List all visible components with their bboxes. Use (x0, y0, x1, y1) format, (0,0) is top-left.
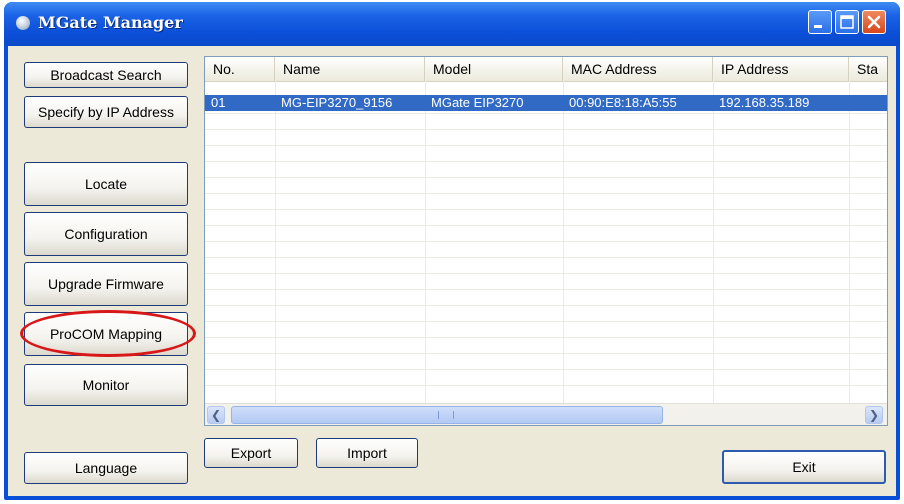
grid-line (205, 321, 887, 322)
scroll-right-button[interactable]: ❯ (865, 406, 883, 424)
column-status[interactable]: Sta (849, 57, 887, 81)
locate-button[interactable]: Locate (24, 162, 188, 206)
grid-line (205, 369, 887, 370)
minimize-button[interactable] (808, 10, 832, 34)
cell-mac-address: 00:90:E8:18:A5:55 (569, 95, 677, 110)
grid-line (205, 337, 887, 338)
table-row[interactable]: 01 MG-EIP3270_9156 MGate EIP3270 00:90:E… (205, 95, 887, 111)
device-list[interactable]: No. Name Model MAC Address IP Address St… (204, 56, 888, 426)
grid-line (205, 209, 887, 210)
grid-line (205, 129, 887, 130)
cell-no: 01 (211, 95, 226, 110)
title-bar[interactable]: MGate Manager (4, 2, 900, 46)
main-window: MGate Manager Broadcast Search Specify b… (4, 2, 900, 500)
horizontal-scrollbar[interactable]: ❮ ❯ (205, 403, 887, 425)
client-area: Broadcast Search Specify by IP Address L… (8, 46, 896, 496)
language-button[interactable]: Language (24, 452, 188, 484)
window-title: MGate Manager (38, 13, 183, 32)
minimize-icon (814, 25, 822, 28)
grid-line (205, 177, 887, 178)
grid-line (205, 305, 887, 306)
grid-line (205, 193, 887, 194)
specify-by-ip-button[interactable]: Specify by IP Address (24, 96, 188, 128)
grid-line (205, 145, 887, 146)
column-ip-address[interactable]: IP Address (713, 57, 849, 81)
import-button[interactable]: Import (316, 438, 418, 468)
grid-line (205, 385, 887, 386)
grid-line (205, 241, 887, 242)
maximize-icon (840, 15, 854, 29)
cell-ip-address: 192.168.35.189 (719, 95, 810, 110)
column-name[interactable]: Name (275, 57, 425, 81)
grid-line (205, 289, 887, 290)
grid-line (205, 113, 887, 114)
close-button[interactable] (862, 10, 886, 34)
scrollbar-grip (438, 411, 454, 419)
upgrade-firmware-button[interactable]: Upgrade Firmware (24, 262, 188, 306)
export-button[interactable]: Export (204, 438, 298, 468)
grid-line (205, 225, 887, 226)
cell-model: MGate EIP3270 (431, 95, 524, 110)
column-no[interactable]: No. (205, 57, 275, 81)
grid-line (205, 161, 887, 162)
maximize-button[interactable] (835, 10, 859, 34)
procom-mapping-highlight (20, 310, 196, 357)
configuration-button[interactable]: Configuration (24, 212, 188, 256)
grid-line (205, 257, 887, 258)
grid-line (205, 353, 887, 354)
table-header: No. Name Model MAC Address IP Address St… (205, 57, 887, 82)
chevron-right-icon: ❯ (868, 408, 880, 422)
chevron-left-icon: ❮ (210, 408, 222, 422)
grid-line (205, 273, 887, 274)
cell-name: MG-EIP3270_9156 (281, 95, 393, 110)
close-icon (867, 15, 881, 29)
monitor-button[interactable]: Monitor (24, 364, 188, 406)
exit-button[interactable]: Exit (722, 450, 886, 484)
cell-status (849, 95, 887, 111)
scrollbar-thumb[interactable] (231, 406, 663, 424)
scroll-left-button[interactable]: ❮ (207, 406, 225, 424)
column-mac-address[interactable]: MAC Address (563, 57, 713, 81)
broadcast-search-button[interactable]: Broadcast Search (24, 62, 188, 88)
app-icon (16, 16, 30, 30)
column-model[interactable]: Model (425, 57, 563, 81)
